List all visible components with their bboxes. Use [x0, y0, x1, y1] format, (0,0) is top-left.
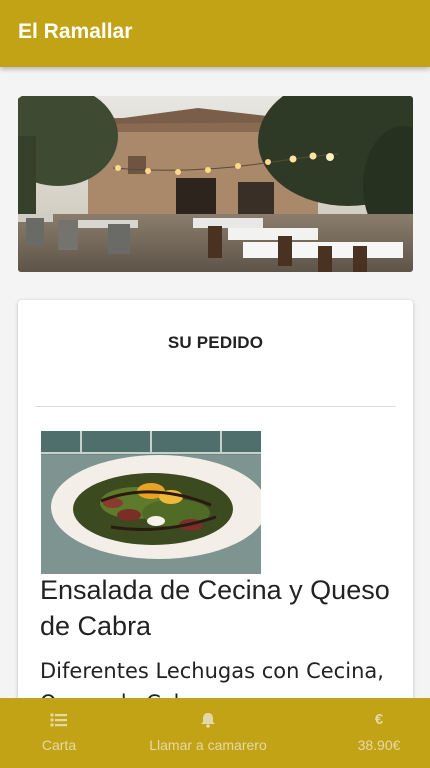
nav-carta[interactable]: Carta [32, 698, 86, 768]
euro-icon: € [374, 711, 384, 728]
restaurant-name: El Ramallar [18, 20, 133, 43]
bottom-navigation: Carta Llamar a camarero € 38.90€ [0, 698, 430, 768]
dish-photo [41, 431, 261, 574]
nav-call-waiter-label: Llamar a camarero [149, 737, 267, 753]
app-screen: El Ramallar SU PEDIDO Ensalada de Cecina… [0, 0, 430, 768]
bell-icon [199, 712, 217, 728]
divider [35, 406, 396, 407]
order-total-label: 38.90€ [357, 737, 401, 753]
nav-carta-label: Carta [41, 737, 77, 753]
app-header: El Ramallar [0, 0, 430, 67]
list-icon [50, 712, 68, 728]
nav-order-total[interactable]: € 38.90€ [346, 698, 412, 768]
order-title: SU PEDIDO [167, 333, 264, 352]
restaurant-hero-image [18, 96, 413, 272]
dish-name: Ensalada de Cecina y Queso de Cabra [40, 575, 390, 641]
nav-call-waiter[interactable]: Llamar a camarero [136, 698, 280, 768]
